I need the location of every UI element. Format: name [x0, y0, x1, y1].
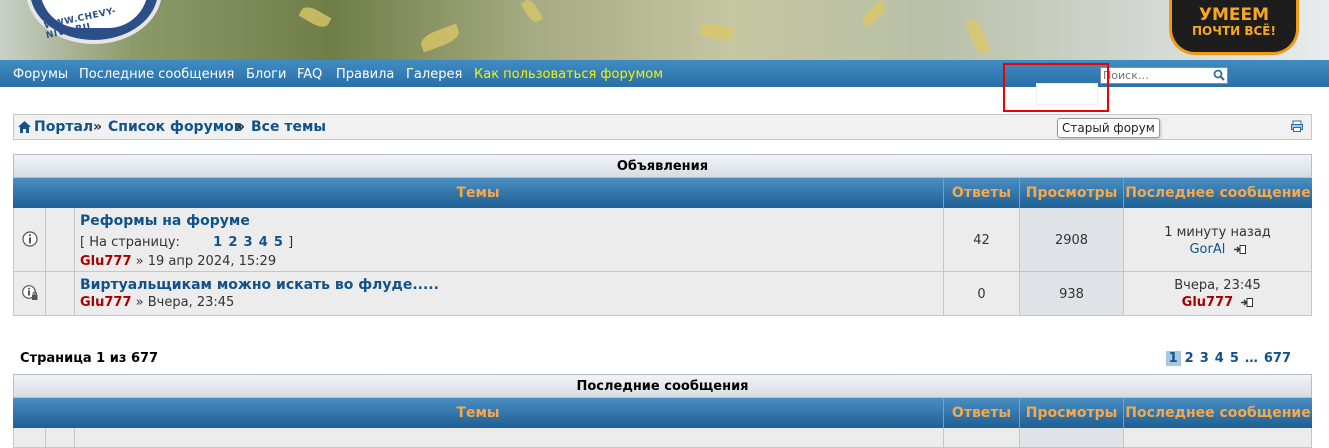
col-views: Просмотры	[1019, 398, 1123, 428]
goto-last-post-icon[interactable]	[1233, 245, 1246, 254]
announcements-title: Объявления	[13, 154, 1312, 178]
nav-faq[interactable]: FAQ	[297, 67, 322, 82]
topic-title[interactable]: Виртуальщикам можно искать во флуде.....	[80, 277, 439, 293]
topic-meta: Glu777 » Вчера, 23:45	[80, 295, 234, 310]
goto-last-post-icon[interactable]	[1241, 298, 1254, 307]
pagination-info: Страница 1 из 677	[20, 351, 159, 366]
page-link[interactable]: 5	[1230, 351, 1239, 366]
announcements-section: Объявления Темы Ответы Просмотры Последн…	[13, 154, 1312, 316]
home-icon	[18, 121, 31, 133]
badge-line1: УМЕЕМ	[1198, 5, 1270, 25]
crumb-sep: »	[236, 119, 246, 135]
replies-count: 0	[977, 287, 986, 302]
page-ellipsis: …	[1244, 351, 1258, 366]
pages-close: ]	[288, 235, 294, 250]
search-box	[1100, 67, 1228, 84]
page-link[interactable]: 4	[1215, 351, 1224, 366]
last-post-user[interactable]: Glu777	[1182, 295, 1234, 310]
highlight-box	[1003, 63, 1109, 112]
col-replies: Ответы	[943, 398, 1019, 428]
views-count: 938	[1059, 287, 1084, 302]
col-last-post: Последнее сообщение	[1123, 178, 1312, 208]
col-topics: Темы	[456, 185, 500, 201]
crumb-all-topics[interactable]: Все темы	[251, 119, 326, 135]
last-post-info: Glu777	[1124, 295, 1311, 310]
page-link[interactable]: 5	[274, 235, 283, 250]
site-banner	[0, 0, 1329, 60]
nav-how-to-use[interactable]: Как пользоваться форумом	[474, 67, 663, 82]
badge-line2: ПОЧТИ ВСЁ!	[1192, 24, 1276, 38]
page-link[interactable]: 1	[213, 235, 222, 250]
table-row: Реформы на форуме [ На страницу: 1 2 3 4…	[13, 208, 1312, 272]
topic-pages: [ На страницу: 1 2 3 4 5 ]	[80, 235, 293, 250]
page-link[interactable]: 3	[244, 235, 253, 250]
col-last-post: Последнее сообщение	[1123, 398, 1312, 428]
views-count: 2908	[1054, 233, 1089, 248]
last-post-time: Вчера, 23:45	[1174, 278, 1261, 293]
page-link-last[interactable]: 677	[1264, 351, 1291, 366]
announcement-icon	[22, 231, 38, 247]
page-link[interactable]: 3	[1200, 351, 1209, 366]
pages-label: [ На страницу:	[80, 235, 180, 250]
crumb-portal[interactable]: Портал	[34, 119, 93, 135]
crumb-forums[interactable]: Список форумов	[108, 119, 243, 135]
topic-author[interactable]: Glu777	[80, 295, 132, 310]
nav-forums[interactable]: Форумы	[13, 67, 68, 82]
nav-rules[interactable]: Правила	[336, 67, 394, 82]
table-row	[13, 428, 1312, 448]
topic-date: » 19 апр 2024, 15:29	[135, 254, 277, 269]
page-link[interactable]: 2	[1185, 351, 1194, 366]
col-views: Просмотры	[1019, 178, 1123, 208]
topic-author[interactable]: Glu777	[80, 254, 132, 269]
last-post-time: 1 минуту назад	[1164, 225, 1271, 240]
col-topics: Темы	[456, 405, 500, 421]
pagination: 1 2 3 4 5 … 677	[1160, 351, 1291, 366]
tooltip-old-forum: Старый форум	[1057, 118, 1160, 138]
nav-recent-posts[interactable]: Последние сообщения	[79, 67, 234, 82]
announcements-columns: Темы Ответы Просмотры Последнее сообщени…	[13, 178, 1312, 208]
topic-date: » Вчера, 23:45	[135, 295, 235, 310]
page-current: 1	[1165, 351, 1181, 366]
recent-title: Последние сообщения	[13, 374, 1312, 398]
print-icon[interactable]	[1291, 120, 1303, 132]
page-link[interactable]: 4	[259, 235, 268, 250]
replies-count: 42	[973, 233, 990, 248]
topic-title[interactable]: Реформы на форуме	[80, 213, 250, 229]
search-icon[interactable]	[1213, 69, 1225, 81]
slogan-badge: УМЕЕМ ПОЧТИ ВСЁ!	[1169, 0, 1299, 55]
nav-gallery[interactable]: Галерея	[406, 67, 462, 82]
crumb-sep: »	[93, 119, 103, 135]
last-post-user[interactable]: GorAl	[1189, 242, 1225, 257]
search-input[interactable]	[1103, 68, 1211, 82]
nav-blogs[interactable]: Блоги	[246, 67, 286, 82]
topic-meta: Glu777 » 19 апр 2024, 15:29	[80, 254, 276, 269]
recent-columns: Темы Ответы Просмотры Последнее сообщени…	[13, 398, 1312, 428]
page-link[interactable]: 2	[228, 235, 237, 250]
locked-announcement-icon	[22, 285, 38, 300]
table-row: Виртуальщикам можно искать во флуде.....…	[13, 272, 1312, 316]
col-replies: Ответы	[943, 178, 1019, 208]
last-post-info: GorAl	[1124, 242, 1311, 257]
